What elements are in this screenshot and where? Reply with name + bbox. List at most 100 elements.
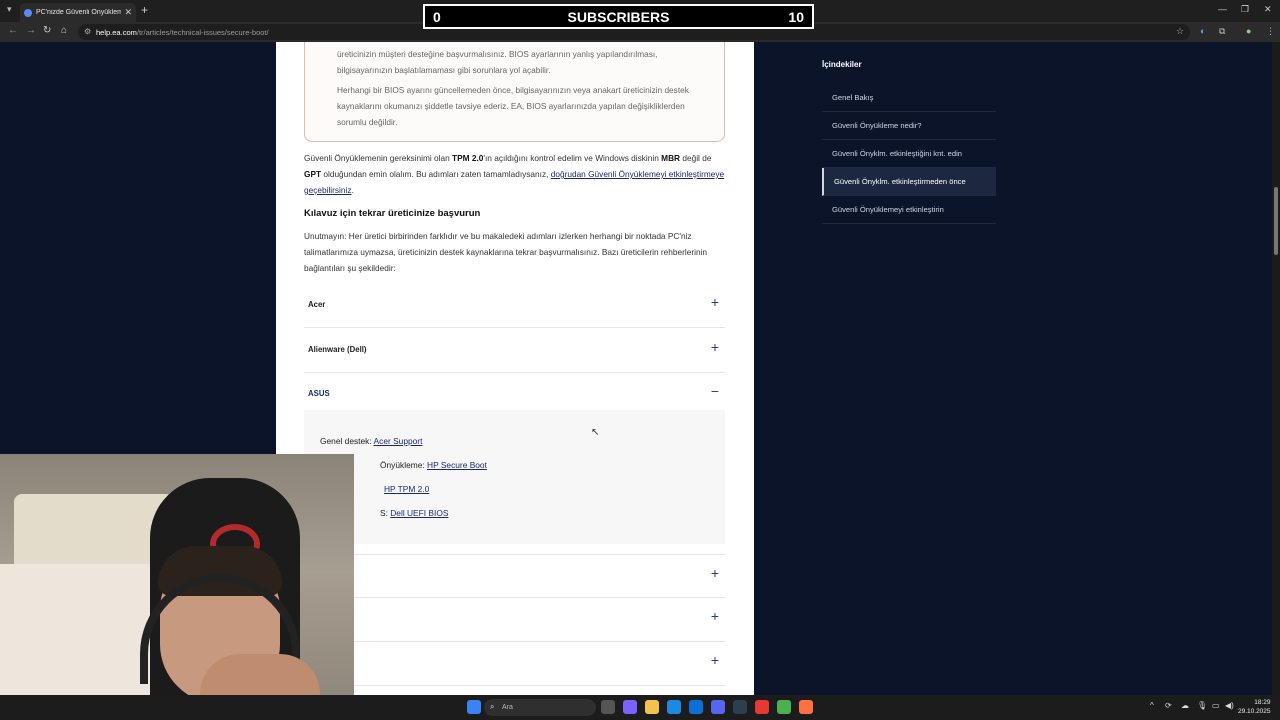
expand-plus-icon[interactable]: + (711, 339, 719, 355)
back-icon[interactable]: ← (8, 25, 18, 36)
tpm-term: TPM 2.0 (452, 153, 484, 163)
tray-chevron-icon[interactable]: ^ (1150, 701, 1154, 710)
site-favicon-icon (24, 8, 32, 17)
recorder-icon[interactable] (799, 700, 813, 714)
expand-plus-icon[interactable]: + (711, 565, 719, 581)
accordion-acer[interactable]: Acer + (304, 284, 725, 328)
steam-icon[interactable] (733, 700, 747, 714)
warning-paragraph-2: Herhangi bir BIOS ayarını güncellemeden … (337, 85, 689, 127)
toc-item-check-enabled[interactable]: Güvenli Önyklm. etkinleştiğini knt. edin (822, 140, 996, 168)
support-row: Önyükleme: HP Secure Boot (380, 460, 487, 470)
media-icon[interactable]: ◐ (1200, 26, 1205, 36)
tab-title: PC'nizde Güvenli Önyükleme n... (36, 9, 122, 16)
url-path: /tr/articles/technical-issues/secure-boo… (136, 27, 269, 37)
minimize-icon[interactable]: — (1218, 4, 1227, 14)
taskbar-search[interactable]: ⌕ Ara (484, 699, 596, 716)
accordion-label: Alienware (Dell) (308, 345, 367, 354)
bookmark-star-icon[interactable]: ☆ (1176, 26, 1184, 37)
accordion-label: ASUS (308, 389, 330, 398)
close-window-icon[interactable]: ✕ (1264, 4, 1272, 15)
expand-plus-icon[interactable]: + (711, 294, 719, 310)
support-row: Genel destek: Acer Support (320, 436, 422, 446)
subscriber-start-count: 0 (433, 8, 441, 25)
warning-paragraph-1: üreticinizin müşteri desteğine başvurmal… (337, 49, 658, 75)
warning-box: üreticinizin müşteri desteğine başvurmal… (304, 42, 725, 142)
toc-title: İçindekiler (822, 60, 862, 69)
page-scrollbar[interactable] (1272, 42, 1280, 695)
accordion-alienware[interactable]: Alienware (Dell) + (304, 329, 725, 373)
toc-item-what-is[interactable]: Güvenli Önyükleme nedir? (822, 112, 996, 140)
discord-icon[interactable] (711, 700, 725, 714)
clock-time: 18:29 (1254, 699, 1271, 706)
toc-item-overview[interactable]: Genel Bakış (822, 84, 996, 112)
search-placeholder: Ara (502, 704, 513, 711)
cloud-icon[interactable]: ☁ (1181, 701, 1189, 710)
copilot-icon[interactable] (623, 700, 637, 714)
row-prefix: S: (380, 508, 391, 518)
subscriber-counter-overlay: 0 SUBSCRIBERS 10 (423, 4, 814, 29)
close-tab-icon[interactable]: ✕ (124, 7, 132, 18)
edge-icon[interactable] (667, 700, 681, 714)
file-explorer-icon[interactable] (645, 700, 659, 714)
clock-date: 29.10.2025 (1238, 708, 1271, 715)
menu-icon[interactable]: ⋮ (1266, 26, 1275, 37)
mouse-cursor-icon: ↖ (591, 427, 600, 438)
gpt-term: GPT (304, 169, 322, 179)
expand-plus-icon[interactable]: + (711, 652, 719, 668)
intro-text-d: olduğundan emin olalım. Bu adımları zate… (321, 169, 551, 179)
support-row: HP TPM 2.0 (384, 484, 429, 494)
asus-accordion-body: Genel destek: Acer Support Önyükleme: HP… (304, 410, 725, 544)
intro-text-a: Güvenli Önyüklemenin gereksinimi olan (304, 153, 453, 163)
accordion-item[interactable]: + (304, 642, 725, 686)
maximize-icon[interactable]: ❐ (1241, 4, 1249, 15)
url-domain: help.ea.com (96, 27, 137, 37)
extensions-icon[interactable]: ⧉ (1219, 26, 1225, 37)
store-icon[interactable] (689, 700, 703, 714)
network-icon[interactable]: ▭ (1212, 701, 1220, 710)
volume-icon[interactable]: ◀) (1225, 701, 1234, 710)
browser-tab[interactable]: PC'nizde Güvenli Önyükleme n... ✕ (20, 3, 136, 22)
system-clock[interactable]: 18:29 29.10.2025 (1238, 698, 1271, 716)
toc-item-enable[interactable]: Güvenli Önyüklemeyi etkinleştirin (822, 196, 996, 224)
tab-search-icon[interactable]: ▾ (7, 4, 12, 15)
accordion-item[interactable]: + (304, 554, 725, 598)
intro-text-c: değil de (680, 153, 712, 163)
accordion-item[interactable]: + (304, 598, 725, 642)
support-row: S: Dell UEFI BIOS (380, 508, 448, 518)
toc-item-before-enabling[interactable]: Güvenli Önyklm. etkinleştirmeden önce (822, 168, 996, 196)
mbr-term: MBR (661, 153, 681, 163)
row-prefix: Önyükleme: (380, 460, 428, 470)
subscriber-label: SUBSCRIBERS (567, 8, 670, 25)
subscriber-goal-count: 10 (788, 8, 804, 25)
table-of-contents: Genel Bakış Güvenli Önyükleme nedir? Güv… (822, 84, 996, 224)
task-view-icon[interactable] (601, 700, 615, 714)
scrollbar-thumb[interactable] (1274, 187, 1278, 255)
manufacturer-note: Unutmayın: Her üretici birbirinden farkl… (304, 231, 708, 273)
sync-icon[interactable]: ⟳ (1165, 701, 1172, 710)
collapse-minus-icon[interactable]: − (711, 383, 719, 399)
section-heading: Kılavuz için tekrar üreticinize başvurun (304, 208, 481, 219)
accordion-label: Acer (308, 300, 326, 309)
expand-plus-icon[interactable]: + (711, 608, 719, 624)
profile-icon[interactable]: ● (1246, 26, 1251, 36)
intro-text-b: 'ın açıldığını kontrol edelim ve Windows… (483, 153, 662, 163)
reload-icon[interactable]: ↻ (43, 25, 51, 36)
start-icon[interactable] (467, 700, 481, 714)
app-icon[interactable] (755, 700, 769, 714)
home-icon[interactable]: ⌂ (61, 25, 67, 36)
intro-text-e: . (351, 185, 354, 195)
forward-icon[interactable]: → (26, 25, 36, 36)
intro-paragraph: Güvenli Önyüklemenin gereksinimi olan TP… (304, 150, 728, 198)
windows-taskbar: ⌕ Ara ^ ⟳ ☁ 🎙 ▭ ◀) 18:29 29.10.2025 (0, 695, 1280, 720)
new-tab-icon[interactable]: + (141, 3, 148, 17)
dell-uefi-bios-link[interactable]: Dell UEFI BIOS (390, 508, 448, 518)
webcam-overlay (0, 454, 354, 720)
chrome-icon[interactable] (777, 700, 791, 714)
search-icon: ⌕ (490, 702, 495, 711)
row-prefix: Genel destek: (320, 436, 374, 446)
hp-secure-boot-link[interactable]: HP Secure Boot (427, 460, 487, 470)
site-info-icon[interactable]: ⚙ (84, 27, 91, 36)
hp-tpm-link[interactable]: HP TPM 2.0 (384, 484, 429, 494)
acer-support-link[interactable]: Acer Support (374, 436, 423, 446)
microphone-icon[interactable]: 🎙 (1197, 701, 1207, 710)
